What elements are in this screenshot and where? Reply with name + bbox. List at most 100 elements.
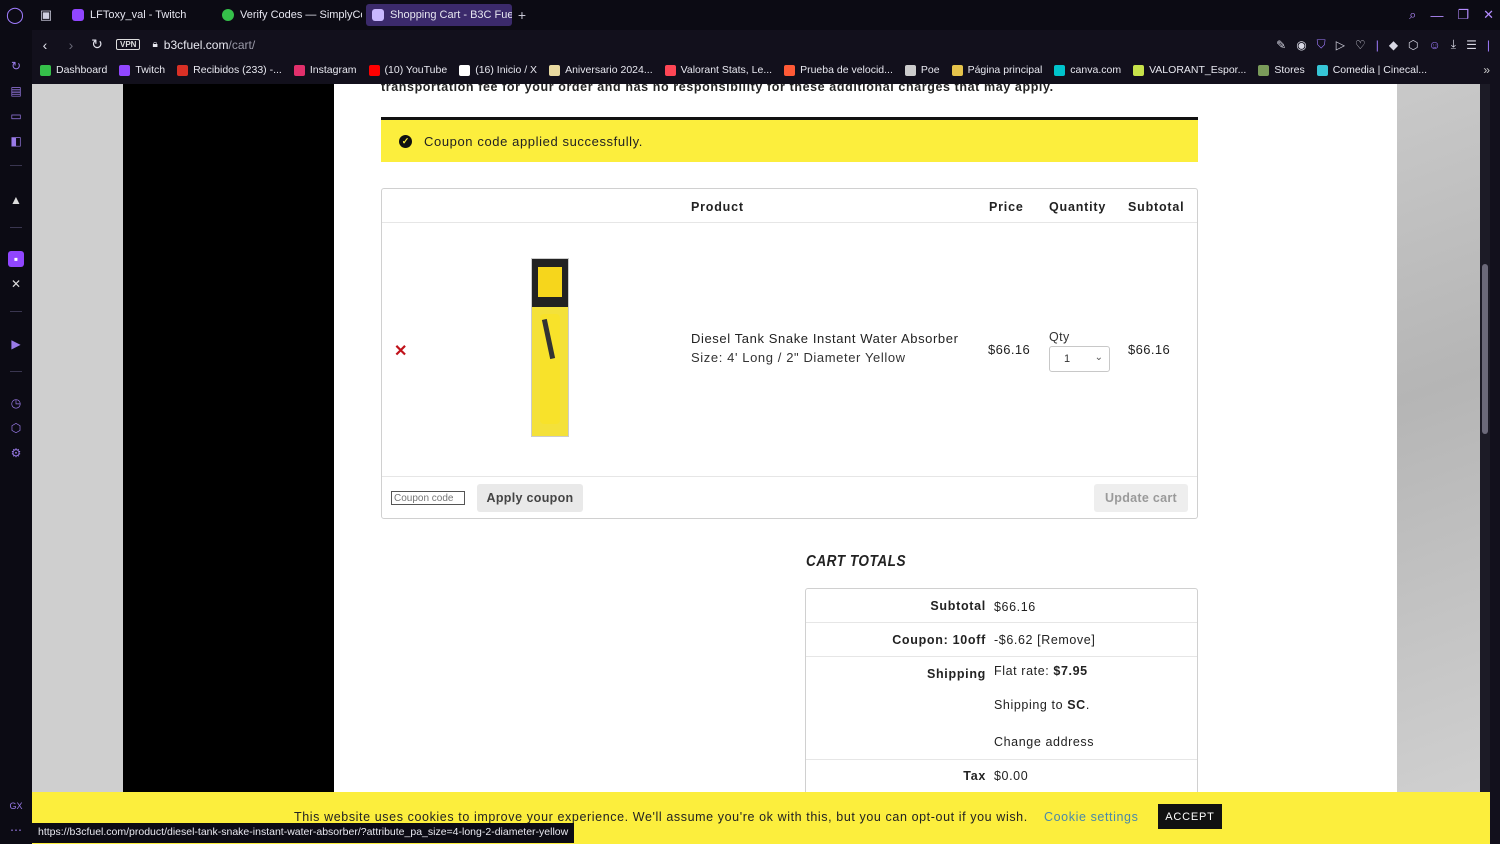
tab-twitch[interactable]: LFToxy_val - Twitch [66, 4, 212, 26]
bookmark-favicon-icon [1133, 64, 1145, 76]
cookie-settings-link[interactable]: Cookie settings [1044, 810, 1138, 824]
bookmark-item[interactable]: (10) YouTube [368, 64, 448, 76]
bookmark-item[interactable]: Valorant Stats, Le... [664, 64, 772, 76]
remove-item-icon[interactable]: ✕ [394, 341, 407, 361]
refresh-icon[interactable]: ↻ [8, 58, 24, 74]
apply-coupon-button[interactable]: Apply coupon [477, 484, 583, 512]
bookmark-label: VALORANT_Espor... [1149, 64, 1247, 76]
header-product: Product [691, 200, 744, 214]
accept-cookies-button[interactable]: ACCEPT [1158, 804, 1222, 829]
shipping-destination: Shipping to SC. [994, 698, 1090, 712]
change-address-link[interactable]: Change address [994, 735, 1094, 749]
forward-icon[interactable]: › [64, 37, 78, 53]
opera-logo-icon[interactable]: ◯ [0, 0, 30, 30]
maximize-icon[interactable]: ❐ [1457, 7, 1469, 23]
bookmark-item[interactable]: VALORANT_Espor... [1133, 64, 1246, 76]
divider [10, 371, 22, 372]
x-icon[interactable]: ✕ [8, 276, 24, 292]
gamepad-icon[interactable]: ◆ [1389, 38, 1398, 52]
bookmark-item[interactable]: Comedia | Cinecal... [1316, 64, 1427, 76]
shield-icon[interactable]: ⛉ [1317, 37, 1326, 52]
close-icon[interactable]: ✕ [1483, 7, 1494, 23]
profile-icon[interactable]: ☺ [1429, 38, 1441, 52]
heart-icon[interactable]: ♡ [1355, 38, 1366, 52]
gx-icon[interactable]: GX [8, 798, 24, 814]
subtotal-label: Subtotal [930, 599, 986, 613]
url-path: /cart/ [228, 37, 256, 52]
bookmark-item[interactable]: Twitch [119, 64, 165, 76]
transport-note: transportation fee for your order and ha… [381, 84, 1054, 94]
period: . [1085, 698, 1090, 712]
bookmark-item[interactable]: Dashboard [40, 64, 107, 76]
page-background-dark [123, 84, 334, 844]
url-field[interactable]: 🔒︎ b3cfuel.com/cart/ [152, 38, 255, 52]
update-cart-button[interactable]: Update cart [1094, 484, 1188, 512]
bag-icon[interactable]: ▤ [8, 83, 24, 99]
item-subtotal: $66.16 [1128, 342, 1171, 357]
reload-icon[interactable]: ↻ [90, 36, 104, 53]
bookmark-item[interactable]: canva.com [1054, 64, 1121, 76]
tab-title: Shopping Cart - B3C Fue [390, 9, 512, 21]
bookmark-item[interactable]: Poe [904, 64, 940, 76]
chat-icon[interactable]: ▭ [8, 108, 24, 124]
product-name-link[interactable]: Diesel Tank Snake Instant Water Absorber [691, 331, 959, 346]
bookmark-item[interactable]: Aniversario 2024... [549, 64, 653, 76]
page-viewport: transportation fee for your order and ha… [32, 84, 1490, 844]
twitch-icon [72, 9, 84, 21]
coupon-code-input[interactable] [391, 491, 465, 505]
bookmark-item[interactable]: Instagram [293, 64, 357, 76]
tab-verify-codes[interactable]: Verify Codes — SimplyCo [216, 4, 362, 26]
tab-shopping-cart[interactable]: Shopping Cart - B3C Fue [366, 4, 512, 26]
settings-icon[interactable]: ⚙ [8, 445, 24, 461]
edit-icon[interactable]: ✎ [1276, 38, 1286, 52]
bookmark-item[interactable]: Prueba de velocid... [784, 64, 893, 76]
camera-icon[interactable]: ◉ [1296, 38, 1306, 52]
tab-title: Verify Codes — SimplyCo [240, 9, 362, 21]
quantity-select[interactable]: 1 ⌄ [1049, 346, 1110, 372]
messenger-icon[interactable]: ◧ [8, 133, 24, 149]
aria-icon[interactable]: ▲ [8, 192, 24, 208]
divider [382, 222, 1197, 223]
back-icon[interactable]: ‹ [38, 37, 52, 53]
bookmark-item[interactable]: (16) Inicio / X [459, 64, 537, 76]
bookmarks-overflow-icon[interactable]: » [1483, 63, 1490, 77]
bookmark-item[interactable]: Recibidos (233) -... [177, 64, 282, 76]
divider [10, 227, 22, 228]
player-icon[interactable]: ▶ [8, 336, 24, 352]
download-icon[interactable]: ⤓ [1451, 37, 1456, 52]
bookmark-label: Stores [1274, 64, 1305, 76]
coupon-discount[interactable]: -$6.62 [Remove] [994, 633, 1095, 647]
item-price: $66.16 [988, 342, 1031, 357]
shipping-to-prefix: Shipping to [994, 698, 1068, 712]
search-tabs-icon[interactable]: ⌕ [1409, 7, 1416, 23]
scrollbar-thumb[interactable] [1482, 264, 1488, 434]
coupon-label: Coupon: 10off [892, 633, 986, 647]
extensions-icon[interactable]: ⬡ [8, 420, 24, 436]
product-thumbnail[interactable] [531, 258, 569, 437]
url-host: b3cfuel.com [163, 37, 229, 52]
notice-text: Coupon code applied successfully. [424, 133, 644, 149]
cube-icon[interactable]: ⬡ [1408, 38, 1418, 52]
new-tab-button[interactable]: + [512, 7, 532, 23]
separator: | [1486, 37, 1490, 52]
more-icon[interactable]: ⋯ [8, 822, 24, 838]
bookmark-item[interactable]: Página principal [951, 64, 1042, 76]
page-scrollbar[interactable] [1480, 84, 1490, 844]
history-icon[interactable]: ◷ [8, 395, 24, 411]
quantity-value: 1 [1064, 353, 1071, 365]
bookmark-label: (10) YouTube [384, 64, 448, 76]
minimize-icon[interactable]: — [1430, 8, 1443, 23]
menu-icon[interactable]: ☰ [1466, 38, 1477, 52]
bookmark-item[interactable]: Stores [1258, 64, 1305, 76]
tax-value: $0.00 [994, 769, 1029, 783]
vpn-badge[interactable]: VPN [116, 39, 141, 50]
header-quantity: Quantity [1049, 200, 1107, 214]
product-body [540, 314, 560, 424]
shipping-to-state: SC [1067, 698, 1086, 712]
chevron-down-icon: ⌄ [1094, 352, 1103, 363]
twitch-sidebar-icon[interactable]: ▪ [8, 251, 24, 267]
send-icon[interactable]: ▷ [1336, 38, 1345, 52]
shipping-rate-prefix: Flat rate: [994, 664, 1054, 678]
bookmark-label: Aniversario 2024... [565, 64, 653, 76]
tab-island-icon[interactable]: ▣ [30, 0, 62, 30]
